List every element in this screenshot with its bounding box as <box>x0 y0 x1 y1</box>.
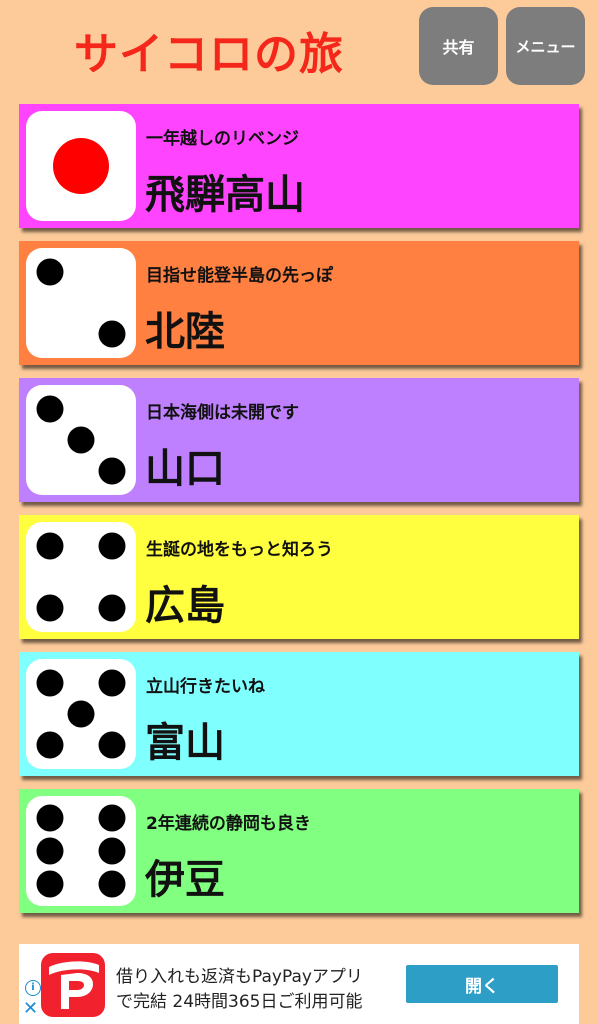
app-title: サイコロの旅 <box>74 29 344 80</box>
card-place-name: 北陸 <box>145 309 225 355</box>
dice-face-6-icon <box>26 796 136 906</box>
dice-face-3-icon <box>26 385 136 495</box>
destination-card[interactable]: 日本海側は未開です山口 <box>19 378 579 502</box>
card-place-name: 伊豆 <box>145 857 225 903</box>
card-subtitle: 2年連続の静岡も良き <box>146 814 311 834</box>
card-subtitle: 一年越しのリベンジ <box>146 129 299 149</box>
card-place-name: 山口 <box>145 446 225 492</box>
card-subtitle: 立山行きたいね <box>146 677 265 697</box>
destination-card[interactable]: 2年連続の静岡も良き伊豆 <box>19 789 579 913</box>
dice-face-5-icon <box>26 659 136 769</box>
ad-text-line1: 借り入れも返済もPayPayアプリ <box>116 967 363 987</box>
share-button[interactable]: 共有 <box>419 7 498 85</box>
card-place-name: 広島 <box>145 583 225 629</box>
dice-face-4-icon <box>26 522 136 632</box>
ad-open-button[interactable]: 開く <box>406 965 558 1003</box>
destination-card[interactable]: 立山行きたいね 富山 <box>19 652 579 776</box>
ad-text-line2: で完結 24時間365日ご利用可能 <box>116 992 363 1012</box>
destination-card[interactable]: 生誕の地をもっと知ろう広島 <box>19 515 579 639</box>
card-subtitle: 生誕の地をもっと知ろう <box>146 540 333 560</box>
card-place-name: 飛騨高山 <box>145 172 305 218</box>
destination-card[interactable]: 目指せ能登半島の先っぽ北陸 <box>19 241 579 365</box>
dice-face-1-icon <box>26 111 136 221</box>
close-icon[interactable]: ✕ <box>23 998 38 1019</box>
info-icon[interactable]: i <box>25 980 41 996</box>
destination-card[interactable]: 一年越しのリベンジ飛騨高山 <box>19 104 579 228</box>
menu-button[interactable]: メニュー <box>506 7 585 85</box>
paypay-logo-icon <box>41 953 105 1017</box>
card-subtitle: 日本海側は未開です <box>146 403 299 423</box>
card-place-name: 富山 <box>145 720 225 766</box>
ad-banner[interactable]: i ✕ 借り入れも返済もPayPayアプリ で完結 24時間365日ご利用可能 … <box>19 944 579 1024</box>
card-subtitle: 目指せ能登半島の先っぽ <box>146 266 333 286</box>
dice-face-2-icon <box>26 248 136 358</box>
